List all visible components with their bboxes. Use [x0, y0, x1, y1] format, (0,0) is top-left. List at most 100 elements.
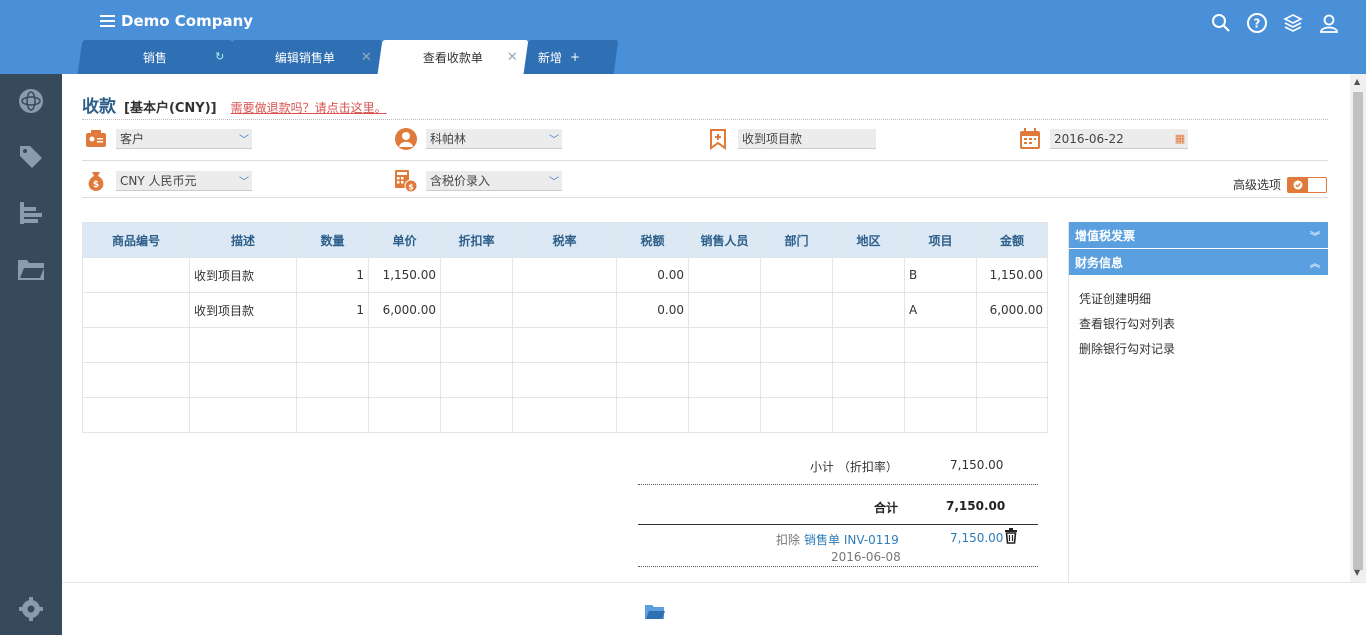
deduct-label: 扣除	[776, 533, 801, 547]
column-header: 金额	[976, 222, 1048, 258]
chevron-double-up-icon[interactable]: ︽	[1310, 255, 1320, 270]
chevron-double-down-icon[interactable]: ︾	[1310, 228, 1320, 243]
bank-reconciliation-list-link[interactable]: 查看银行勾对列表	[1069, 311, 1328, 336]
deduct-date: 2016-06-08	[831, 550, 901, 564]
advanced-options-label: 高级选项	[1233, 178, 1282, 192]
svg-text:$: $	[408, 183, 414, 192]
contact-field: 科帕林 ﹀	[394, 127, 562, 151]
customer-select[interactable]: 客户 ﹀	[116, 129, 252, 149]
folder-icon[interactable]	[16, 254, 46, 284]
table-row[interactable]: 收到项目款 1 1,150.00 0.00 B 1,150.00	[82, 257, 1048, 293]
voucher-detail-link[interactable]: 凭证创建明细	[1069, 286, 1328, 311]
cell-unit-price: 6,000.00	[368, 292, 441, 328]
close-icon[interactable]: ✕	[361, 50, 372, 65]
tab-edit-sales-order[interactable]: 编辑销售单 ✕	[227, 40, 383, 74]
cell-amount: 1,150.00	[976, 257, 1048, 293]
cell-amount: 6,000.00	[976, 292, 1048, 328]
tax-mode-field: $ 含税价录入 ﹀	[394, 169, 562, 193]
delete-reconciliation-link[interactable]: 删除银行勾对记录	[1069, 336, 1328, 361]
column-header: 数量	[296, 222, 369, 258]
search-icon[interactable]	[1210, 12, 1232, 34]
cell-description: 收到项目款	[189, 292, 297, 328]
settings-gear-icon[interactable]	[16, 594, 46, 624]
cell-code	[82, 257, 190, 293]
cell-code	[82, 292, 190, 328]
advanced-options-toggle[interactable]	[1287, 176, 1328, 193]
chevron-down-icon[interactable]: ﹀	[546, 129, 562, 148]
vat-invoice-header[interactable]: 增值税发票 ︾	[1069, 222, 1328, 249]
right-panel: 增值税发票 ︾ 财务信息 ︽ 凭证创建明细 查看银行勾对列表 删除银行勾对记录	[1068, 222, 1328, 582]
chevron-down-icon[interactable]: ﹀	[546, 171, 562, 190]
column-header: 部门	[760, 222, 833, 258]
page-title: 收款	[82, 97, 116, 117]
column-header: 项目	[904, 222, 977, 258]
refresh-icon[interactable]: ↻	[215, 50, 224, 63]
divider	[82, 197, 1328, 198]
app-brand[interactable]: Demo Company	[100, 12, 253, 30]
person-icon	[394, 127, 418, 151]
reference-input[interactable]: 收到项目款	[738, 129, 876, 149]
tab-view-receipt[interactable]: 查看收款单 ✕	[377, 40, 529, 74]
top-bar: Demo Company ? 销售 ↻ 编辑销售单 ✕ 查看收款单 ✕ 新增 +	[0, 0, 1366, 74]
column-header: 地区	[832, 222, 905, 258]
column-header: 税额	[616, 222, 689, 258]
tax-mode-select[interactable]: 含税价录入 ﹀	[426, 171, 562, 191]
subtotal-label: 小计 （折扣率）	[810, 460, 898, 474]
table-row[interactable]: 收到项目款 1 6,000.00 0.00 A 6,000.00	[82, 292, 1048, 328]
line-items-table: 商品编号 描述 数量 单价 折扣率 税率 税额 销售人员 部门 地区 项目 金额…	[82, 222, 1048, 433]
divider	[638, 524, 1038, 525]
trash-icon[interactable]	[1004, 528, 1018, 547]
close-icon[interactable]: ✕	[507, 50, 518, 65]
divider	[82, 160, 1328, 161]
divider	[82, 119, 1328, 120]
sales-invoice-link[interactable]: 销售单 INV-0119	[804, 531, 899, 548]
advanced-options: 高级选项	[1233, 176, 1328, 193]
hamburger-menu-icon[interactable]	[100, 15, 115, 27]
plus-icon: +	[570, 50, 581, 64]
cell-region	[832, 292, 905, 328]
reports-icon[interactable]	[16, 198, 46, 228]
cell-project: B	[904, 257, 977, 293]
total-value: 7,150.00	[946, 499, 1006, 513]
table-row-empty[interactable]	[82, 362, 1048, 398]
table-row-empty[interactable]	[82, 327, 1048, 363]
cell-quantity: 1	[296, 257, 369, 293]
check-icon	[1288, 177, 1309, 192]
tags-icon[interactable]	[16, 142, 46, 172]
column-header: 商品编号	[82, 222, 190, 258]
calendar-icon	[1018, 127, 1042, 151]
deduct-value: 7,150.00	[950, 531, 1004, 545]
contact-select[interactable]: 科帕林 ﹀	[426, 129, 562, 149]
date-picker-icon[interactable]: ▦	[1172, 129, 1188, 148]
user-icon[interactable]	[1318, 12, 1340, 34]
dashboard-icon[interactable]	[16, 86, 46, 116]
company-name: Demo Company	[121, 12, 254, 30]
date-input[interactable]: 2016-06-22 ▦	[1050, 129, 1188, 149]
subtotal-value: 7,150.00	[950, 458, 1004, 472]
layers-icon[interactable]	[1282, 12, 1304, 34]
cell-department	[760, 257, 833, 293]
scroll-down-arrow-icon[interactable]: ▼	[1354, 568, 1360, 577]
scroll-thumb[interactable]	[1353, 92, 1363, 570]
help-icon[interactable]: ?	[1246, 12, 1268, 34]
customer-card-icon	[84, 127, 108, 151]
cell-discount	[440, 292, 513, 328]
chevron-down-icon[interactable]: ﹀	[236, 171, 252, 190]
table-row-empty[interactable]	[82, 397, 1048, 433]
currency-select[interactable]: CNY 人民币元 ﹀	[116, 171, 252, 191]
open-folder-icon[interactable]	[644, 603, 666, 624]
scroll-up-arrow-icon[interactable]: ▲	[1354, 77, 1360, 86]
finance-info-header[interactable]: 财务信息 ︽	[1069, 249, 1328, 276]
divider	[638, 566, 1038, 567]
tab-sales[interactable]: 销售 ↻	[77, 40, 233, 74]
vertical-scrollbar[interactable]: ▲ ▼	[1350, 74, 1366, 582]
chevron-down-icon[interactable]: ﹀	[236, 129, 252, 148]
cell-discount	[440, 257, 513, 293]
column-header: 单价	[368, 222, 441, 258]
cell-department	[760, 292, 833, 328]
cell-salesperson	[688, 292, 761, 328]
tab-new[interactable]: 新增 +	[523, 40, 619, 74]
refund-link[interactable]: 需要做退款吗？请点击这里。	[231, 99, 387, 116]
calculator-icon: $	[394, 169, 418, 193]
date-field: 2016-06-22 ▦	[1018, 127, 1188, 151]
